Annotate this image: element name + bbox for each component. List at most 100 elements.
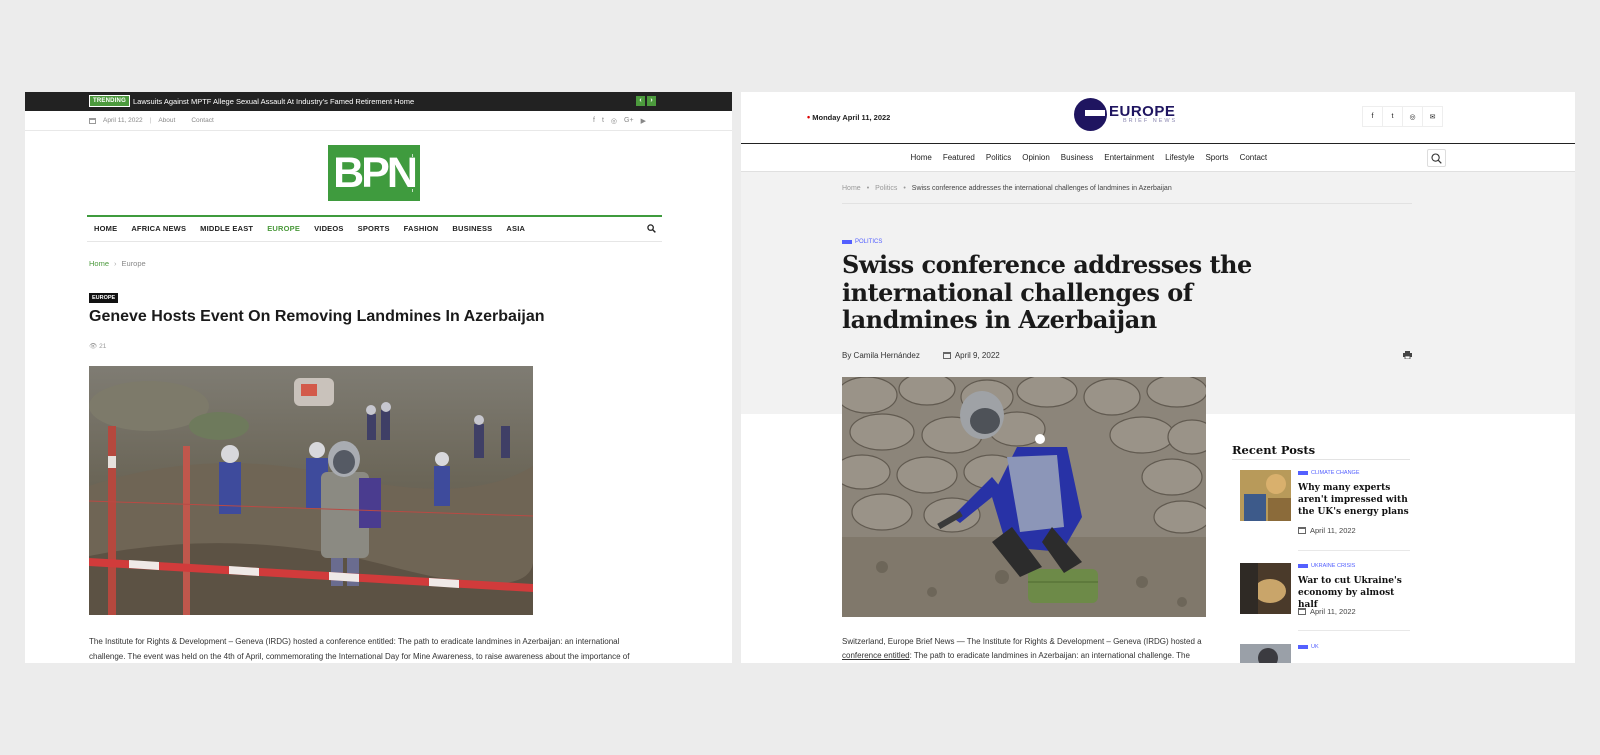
- nav-europe[interactable]: EUROPE: [260, 224, 307, 233]
- body-continued: : The path to eradicate landmines in Aze…: [909, 651, 1190, 660]
- post-thumbnail[interactable]: [1240, 563, 1291, 614]
- logo-subtitle: BRIEF NEWS: [1123, 118, 1178, 125]
- trending-headline-link[interactable]: Lawsuits Against MPTF Allege Sexual Assa…: [133, 95, 414, 108]
- post-category-label: UK: [1311, 644, 1319, 650]
- nav-business[interactable]: Business: [1055, 153, 1098, 162]
- breadcrumb-politics[interactable]: Politics: [875, 185, 897, 192]
- category-marker: [1298, 564, 1308, 568]
- post-date-text: April 11, 2022: [1310, 607, 1356, 616]
- email-icon[interactable]: ✉: [1422, 106, 1443, 127]
- nav-business[interactable]: BUSINESS: [445, 224, 499, 233]
- about-link[interactable]: About: [158, 117, 175, 124]
- breadcrumb-home[interactable]: Home: [89, 259, 109, 268]
- europe-brief-page: • Monday April 11, 2022 EUROPE BRIEF NEW…: [741, 92, 1575, 663]
- main-nav: Home Featured Politics Opinion Business …: [741, 143, 1575, 172]
- eye-icon: 👁: [89, 343, 98, 350]
- view-count-value: 21: [99, 343, 107, 350]
- breadcrumb: Home › Europe: [89, 259, 146, 268]
- recent-posts-sidebar: Recent Posts CLIMATE CHANGE Why many exp…: [1232, 443, 1410, 663]
- article-meta: By Camila Hernández April 9, 2022: [842, 351, 1000, 360]
- calendar-icon: [1298, 608, 1306, 615]
- post-category[interactable]: UKRAINE CRISIS: [1298, 563, 1355, 569]
- current-date: • Monday April 11, 2022: [807, 112, 890, 122]
- category-tag[interactable]: POLITICS: [842, 239, 882, 245]
- nav-featured[interactable]: Featured: [937, 153, 980, 162]
- post-title[interactable]: War to cut Ukraine's economy by almost h…: [1298, 575, 1410, 611]
- trending-prev-button[interactable]: ‹: [636, 96, 645, 106]
- twitter-icon[interactable]: t: [602, 117, 604, 125]
- post-category[interactable]: UK: [1298, 644, 1319, 650]
- breadcrumb: Home • Politics • Swiss conference addresses…: [842, 185, 1412, 204]
- nav-contact[interactable]: Contact: [1234, 153, 1273, 162]
- category-marker: [1298, 645, 1308, 649]
- article-body: The Institute for Rights & Development –…: [89, 637, 630, 661]
- social-links: f t ◎ ✉: [1362, 106, 1443, 127]
- calendar-icon: [942, 352, 951, 359]
- conference-link[interactable]: conference entitled: [842, 651, 910, 660]
- google-plus-icon[interactable]: G+: [624, 117, 634, 125]
- instagram-icon[interactable]: ◎: [611, 117, 617, 125]
- breadcrumb-current: Europe: [121, 259, 146, 268]
- article-title: Geneve Hosts Event On Removing Landmines…: [89, 308, 545, 325]
- nav-asia[interactable]: ASIA: [499, 224, 532, 233]
- nav-videos[interactable]: VIDEOS: [307, 224, 351, 233]
- nav-entertainment[interactable]: Entertainment: [1099, 153, 1160, 162]
- post-thumbnail[interactable]: [1240, 470, 1291, 521]
- europe-brief-logo[interactable]: EUROPE BRIEF NEWS: [1074, 98, 1177, 131]
- post-thumbnail[interactable]: [1240, 644, 1291, 663]
- category-label: POLITICS: [855, 239, 883, 245]
- logo-title: EUROPE: [1109, 103, 1176, 121]
- category-marker: [842, 240, 852, 244]
- trending-badge: TRENDING: [89, 95, 130, 107]
- nav-home[interactable]: HOME: [87, 224, 124, 233]
- recent-posts-heading: Recent Posts: [1232, 443, 1410, 460]
- bullet-separator: •: [866, 185, 870, 192]
- europe-e-logo-icon: [1074, 98, 1107, 131]
- article-hero-image: [842, 377, 1206, 617]
- instagram-icon[interactable]: ◎: [1402, 106, 1423, 127]
- nav-opinion[interactable]: Opinion: [1017, 153, 1056, 162]
- post-category[interactable]: CLIMATE CHANGE: [1298, 470, 1360, 476]
- view-count: 👁 21: [89, 342, 106, 350]
- post-date-text: April 11, 2022: [1310, 526, 1356, 535]
- article-hero-image: [89, 366, 533, 615]
- post-category-label: UKRAINE CRISIS: [1311, 563, 1356, 569]
- search-icon[interactable]: [647, 224, 656, 233]
- contact-link[interactable]: Contact: [191, 117, 213, 124]
- chevron-right-icon: ›: [114, 259, 117, 268]
- nav-lifestyle[interactable]: Lifestyle: [1160, 153, 1200, 162]
- nav-home[interactable]: Home: [905, 153, 937, 162]
- post-title[interactable]: Why many experts aren't impressed with t…: [1298, 482, 1410, 518]
- nav-africa-news[interactable]: AFRICA NEWS: [124, 224, 193, 233]
- divider: |: [149, 117, 152, 124]
- nav-sports[interactable]: SPORTS: [351, 224, 397, 233]
- main-nav: HOME AFRICA NEWS MIDDLE EAST EUROPE VIDE…: [87, 215, 662, 242]
- twitter-icon[interactable]: t: [1382, 106, 1403, 127]
- youtube-icon[interactable]: ▶: [641, 117, 646, 125]
- breadcrumb-home[interactable]: Home: [842, 185, 861, 192]
- divider: [1298, 550, 1410, 551]
- bpn-logo[interactable]: BPN: [328, 145, 420, 201]
- search-button[interactable]: [1427, 149, 1446, 167]
- nav-fashion[interactable]: FASHION: [397, 224, 446, 233]
- facebook-icon[interactable]: f: [1362, 106, 1383, 127]
- trending-bar: TRENDING Lawsuits Against MPTF Allege Se…: [25, 92, 732, 111]
- date-dot-icon: •: [807, 112, 811, 122]
- divider: [1298, 630, 1410, 631]
- nav-politics[interactable]: Politics: [980, 153, 1016, 162]
- nav-sports[interactable]: Sports: [1200, 153, 1234, 162]
- body-intro: Switzerland, Europe Brief News — The Ins…: [842, 637, 1202, 646]
- bpn-page: TRENDING Lawsuits Against MPTF Allege Se…: [25, 92, 732, 663]
- nav-middle-east[interactable]: MIDDLE EAST: [193, 224, 260, 233]
- publish-date: April 9, 2022: [954, 351, 1000, 360]
- trending-next-button[interactable]: ›: [647, 96, 656, 106]
- post-date: April 11, 2022: [1298, 526, 1356, 535]
- social-links: f t ◎ G+ ▶: [593, 117, 646, 125]
- article-body: Switzerland, Europe Brief News — The Ins…: [842, 635, 1212, 663]
- calendar-icon: [1298, 527, 1306, 534]
- print-icon[interactable]: [1403, 351, 1412, 359]
- post-category-label: CLIMATE CHANGE: [1311, 470, 1360, 476]
- facebook-icon[interactable]: f: [593, 117, 595, 125]
- author-link[interactable]: By Camila Hernández: [842, 351, 920, 360]
- category-badge[interactable]: EUROPE: [89, 293, 119, 303]
